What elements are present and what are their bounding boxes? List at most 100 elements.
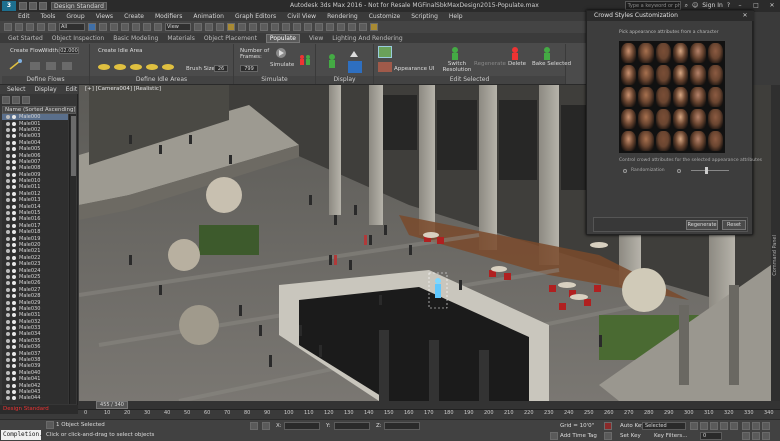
menu-edit[interactable]: Edit bbox=[18, 13, 30, 20]
freeze-icon[interactable] bbox=[12, 179, 16, 184]
select-rotate-icon[interactable] bbox=[143, 23, 151, 31]
character-face-thumbnail[interactable] bbox=[655, 43, 671, 63]
next-frame-icon[interactable] bbox=[720, 422, 728, 430]
visibility-icon[interactable] bbox=[6, 326, 10, 331]
tab-get-started[interactable]: Get Started bbox=[8, 35, 43, 42]
freeze-icon[interactable] bbox=[12, 223, 16, 228]
named-selection-icon[interactable] bbox=[271, 23, 279, 31]
visibility-icon[interactable] bbox=[6, 140, 10, 145]
play-icon[interactable] bbox=[710, 422, 718, 430]
visibility-icon[interactable] bbox=[6, 185, 10, 190]
tab-lighting-and-rendering[interactable]: Lighting And Rendering bbox=[332, 35, 402, 42]
freeze-icon[interactable] bbox=[12, 326, 16, 331]
flow-tools-icon[interactable] bbox=[8, 57, 88, 73]
schematic-view-icon[interactable] bbox=[326, 23, 334, 31]
visibility-icon[interactable] bbox=[6, 159, 10, 164]
zoom-all-icon[interactable] bbox=[752, 422, 760, 430]
character-face-thumbnail[interactable] bbox=[672, 109, 689, 129]
character-face-thumbnail[interactable] bbox=[621, 65, 637, 85]
character-face-thumbnail[interactable] bbox=[707, 109, 723, 129]
y-coordinate-field[interactable] bbox=[334, 422, 370, 430]
character-face-thumbnail[interactable] bbox=[621, 87, 637, 107]
display-tools-icon[interactable] bbox=[326, 49, 366, 75]
idle-area-tools-icon[interactable] bbox=[96, 57, 176, 73]
character-face-thumbnail[interactable] bbox=[621, 109, 637, 129]
character-face-thumbnail[interactable] bbox=[655, 87, 671, 107]
freeze-icon[interactable] bbox=[12, 243, 16, 247]
menu-customize[interactable]: Customize bbox=[369, 13, 401, 20]
visibility-icon[interactable] bbox=[6, 211, 10, 216]
freeze-icon[interactable] bbox=[12, 274, 16, 279]
visibility-icon[interactable] bbox=[6, 172, 10, 177]
freeze-icon[interactable] bbox=[12, 294, 16, 299]
freeze-icon[interactable] bbox=[12, 211, 16, 216]
character-face-thumbnail[interactable] bbox=[655, 65, 671, 85]
current-frame-field[interactable]: 0 bbox=[700, 432, 722, 440]
angle-snap-icon[interactable] bbox=[238, 23, 246, 31]
freeze-icon[interactable] bbox=[12, 159, 16, 164]
zoom-extents-icon[interactable] bbox=[762, 422, 770, 430]
freeze-icon[interactable] bbox=[12, 268, 16, 273]
freeze-icon[interactable] bbox=[12, 230, 16, 235]
visibility-icon[interactable] bbox=[6, 204, 10, 209]
percent-snap-icon[interactable] bbox=[249, 23, 257, 31]
visibility-icon[interactable] bbox=[6, 198, 10, 203]
tab-basic-modeling[interactable]: Basic Modeling bbox=[113, 35, 158, 42]
character-face-thumbnail[interactable] bbox=[621, 43, 637, 63]
track-bar[interactable]: 0 10 20 30 40 50 60 70 80 90 100 110 120 130 140 150 160… bbox=[78, 409, 780, 419]
freeze-icon[interactable] bbox=[12, 389, 16, 394]
material-editor-icon[interactable] bbox=[337, 23, 345, 31]
window-crossing-icon[interactable] bbox=[121, 23, 129, 31]
visibility-icon[interactable] bbox=[6, 294, 10, 299]
freeze-icon[interactable] bbox=[12, 185, 16, 190]
freeze-icon[interactable] bbox=[12, 236, 16, 241]
character-face-thumbnail[interactable] bbox=[621, 131, 637, 151]
visibility-icon[interactable] bbox=[6, 364, 10, 369]
explorer-menu-select[interactable]: Select bbox=[7, 86, 26, 93]
visibility-icon[interactable] bbox=[6, 153, 10, 158]
visibility-icon[interactable] bbox=[6, 243, 10, 247]
tab-object-placement[interactable]: Object Placement bbox=[204, 35, 257, 42]
simulate-people-icon[interactable] bbox=[298, 54, 312, 66]
bind-space-warp-icon[interactable] bbox=[48, 23, 56, 31]
freeze-icon[interactable] bbox=[12, 134, 16, 139]
freeze-icon[interactable] bbox=[12, 166, 16, 171]
time-slider-thumb[interactable]: 455 / 340 bbox=[96, 401, 128, 409]
freeze-icon[interactable] bbox=[12, 249, 16, 254]
keyboard-shortcut-icon[interactable] bbox=[216, 23, 224, 31]
character-face-thumbnail[interactable] bbox=[707, 131, 723, 151]
command-panel-strip[interactable]: Command Panel bbox=[771, 85, 780, 401]
visibility-icon[interactable] bbox=[6, 147, 10, 152]
viewport-label[interactable]: [+] [Camera004] [Realistic] bbox=[85, 86, 161, 92]
character-face-thumbnail[interactable] bbox=[690, 109, 706, 129]
delete-button[interactable]: Delete bbox=[508, 61, 526, 67]
character-face-thumbnail[interactable] bbox=[690, 87, 706, 107]
visibility-icon[interactable] bbox=[6, 281, 10, 286]
width-spinner[interactable]: 02.000 bbox=[59, 47, 79, 54]
auto-key-toggle[interactable] bbox=[604, 422, 612, 430]
freeze-icon[interactable] bbox=[12, 370, 16, 375]
set-key-toggle[interactable] bbox=[604, 432, 612, 440]
absolute-mode-icon[interactable] bbox=[262, 422, 270, 430]
go-to-start-icon[interactable] bbox=[690, 422, 698, 430]
pan-icon[interactable] bbox=[752, 432, 760, 440]
alternate-radio[interactable] bbox=[676, 168, 681, 173]
orbit-icon[interactable] bbox=[762, 432, 770, 440]
bake-selected-icon[interactable] bbox=[540, 46, 554, 60]
sign-in-link[interactable]: Sign In bbox=[702, 2, 723, 9]
add-time-tag-button[interactable]: Add Time Tag bbox=[560, 433, 597, 439]
zoom-icon[interactable] bbox=[742, 422, 750, 430]
freeze-icon[interactable] bbox=[12, 383, 16, 388]
open-file-icon[interactable] bbox=[29, 2, 37, 10]
visibility-icon[interactable] bbox=[6, 319, 10, 324]
character-face-thumbnail[interactable] bbox=[638, 109, 654, 129]
number-of-frames-spinner[interactable]: 799 bbox=[240, 65, 258, 72]
character-face-thumbnail[interactable] bbox=[638, 43, 654, 63]
simulate-button[interactable]: Simulate bbox=[270, 62, 294, 68]
link-icon[interactable] bbox=[26, 23, 34, 31]
character-face-thumbnail[interactable] bbox=[690, 65, 706, 85]
freeze-icon[interactable] bbox=[12, 153, 16, 158]
reset-dialog-button[interactable]: Reset bbox=[722, 220, 746, 230]
switch-resolution-button[interactable]: Switch Resolution bbox=[442, 61, 472, 73]
freeze-icon[interactable] bbox=[12, 262, 16, 267]
